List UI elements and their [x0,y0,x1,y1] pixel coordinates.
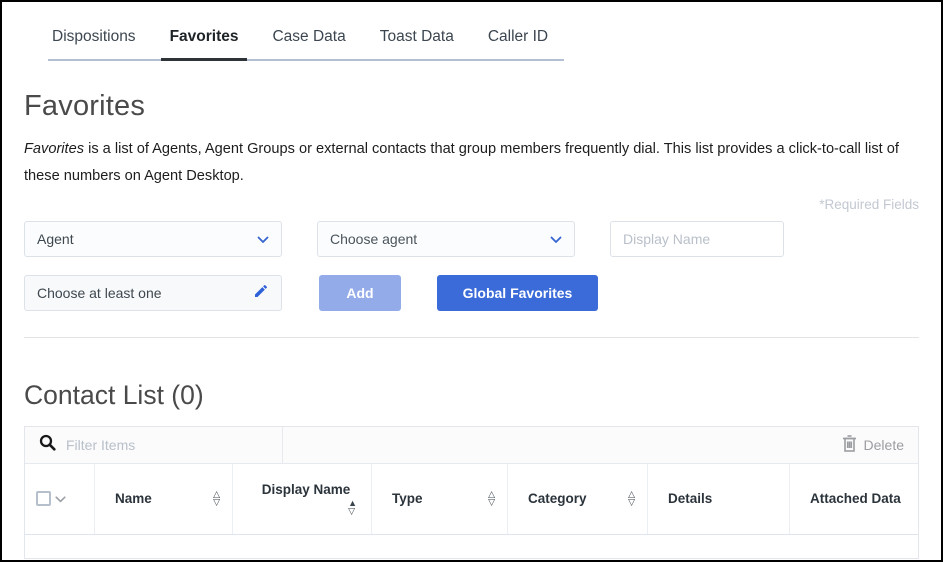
tab-caller-id[interactable]: Caller ID [486,28,550,59]
column-label: Display Name [262,482,351,497]
delete-button[interactable]: Delete [828,427,918,463]
page-title: Favorites [24,90,919,123]
favorite-type-select[interactable]: Agent [24,221,282,257]
trash-icon [842,435,857,455]
required-fields-note: *Required Fields [24,197,919,212]
contact-list-table: Delete Name Dis [24,426,919,559]
sort-icon[interactable] [213,491,220,506]
tab-bar: Dispositions Favorites Case Data Toast D… [2,2,941,61]
column-header-type[interactable]: Type [372,464,508,534]
favorite-type-select-value: Agent [37,231,74,247]
search-icon [39,434,56,456]
column-header-details: Details [648,464,790,534]
global-favorites-button[interactable]: Global Favorites [437,275,598,311]
favorite-form-row-1: Agent Choose agent [24,221,919,257]
description-intro: Favorites [24,141,84,157]
page-description: Favorites is a list of Agents, Agent Gro… [24,136,919,190]
select-menu-chevron-icon[interactable] [55,491,66,506]
tab-case-data[interactable]: Case Data [270,28,347,59]
column-label: Name [115,491,152,506]
choose-agent-select[interactable]: Choose agent [317,221,575,257]
chevron-down-icon [257,231,269,247]
filter-items-input[interactable] [66,437,272,453]
column-label: Attached Data [810,491,901,506]
tab-favorites[interactable]: Favorites [168,28,241,59]
contact-list-title: Contact List (0) [24,380,919,411]
sort-icon[interactable] [488,491,495,506]
display-name-input[interactable] [610,221,784,257]
delete-button-label: Delete [864,437,904,453]
add-button[interactable]: Add [319,275,401,311]
choose-agent-select-value: Choose agent [330,231,417,247]
column-header-attached-data: Attached Data [790,464,918,534]
sort-icon[interactable] [628,491,635,506]
column-header-category[interactable]: Category [508,464,648,534]
favorite-form-row-2: Choose at least one Add Global Favorites [24,275,919,311]
tab-dispositions[interactable]: Dispositions [50,28,138,59]
sort-icon[interactable] [348,500,357,515]
column-header-display-name[interactable]: Display Name [233,464,372,534]
section-divider [24,337,919,338]
tab-toast-data[interactable]: Toast Data [378,28,456,59]
filter-cell [25,427,283,463]
choose-at-least-one-value: Choose at least one [37,285,162,301]
table-header-row: Name Display Name Type [25,464,918,535]
choose-at-least-one-field[interactable]: Choose at least one [24,275,282,311]
select-all-checkbox[interactable] [36,491,51,506]
edit-pencil-icon[interactable] [253,283,269,302]
chevron-down-icon [550,231,562,247]
table-toolbar: Delete [25,427,918,464]
empty-table-body [25,535,918,558]
settings-page: Dispositions Favorites Case Data Toast D… [0,0,943,562]
column-header-name[interactable]: Name [95,464,233,534]
description-rest: is a list of Agents, Agent Groups or ext… [24,141,899,184]
column-label: Details [668,491,712,506]
toolbar-spacer [283,427,828,463]
column-label: Type [392,491,423,506]
select-all-header-cell [25,464,95,534]
column-label: Category [528,491,587,506]
